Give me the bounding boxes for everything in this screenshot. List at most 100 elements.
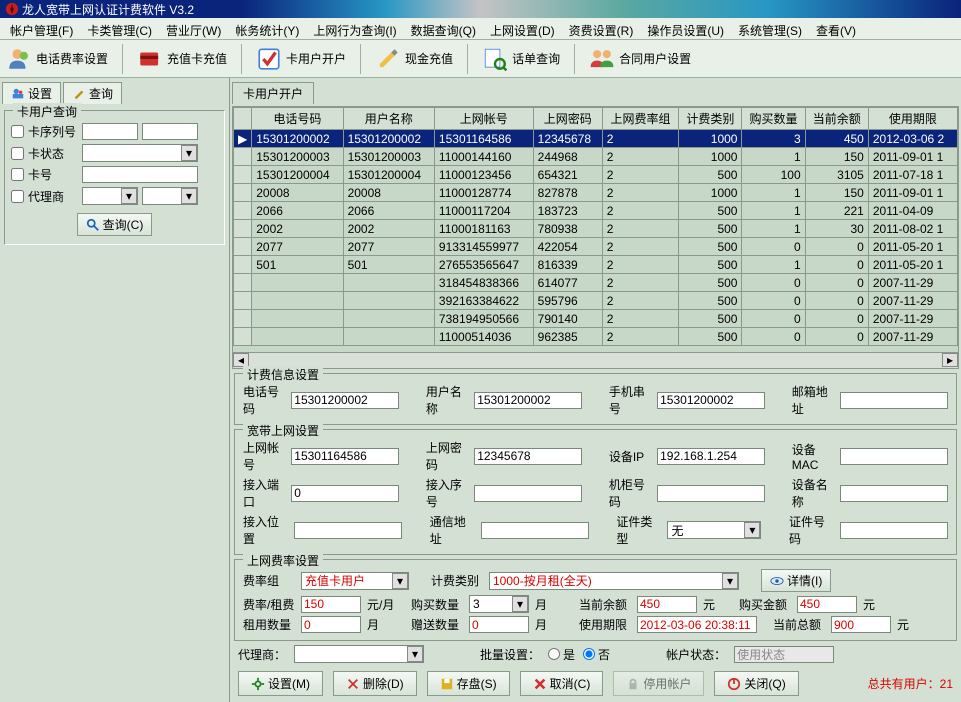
detail-button[interactable]: 详情(I) <box>761 569 831 592</box>
chk-status[interactable] <box>11 147 24 160</box>
lbl-agent: 代理商 <box>28 188 78 205</box>
menu-item[interactable]: 卡类管理(C) <box>81 20 158 37</box>
menu-item[interactable]: 上网设置(D) <box>484 20 561 37</box>
in-uname[interactable] <box>474 392 582 409</box>
chevron-down-icon[interactable]: ▾ <box>181 188 197 204</box>
menu-item[interactable]: 查看(V) <box>810 20 862 37</box>
rtab-card-open[interactable]: 卡用户开户 <box>232 82 314 104</box>
serial-from[interactable] <box>82 123 138 140</box>
in-buy-amt[interactable] <box>797 596 857 613</box>
combo-bill-type[interactable]: 1000-按月租(全天)▾ <box>489 572 739 590</box>
tb-call-query[interactable]: 话单查询 <box>482 46 560 72</box>
in-acct-status <box>734 646 834 663</box>
tb-phone-rate[interactable]: 电话费率设置 <box>6 46 108 72</box>
in-gift-qty[interactable] <box>469 616 529 633</box>
in-rate[interactable] <box>301 596 361 613</box>
combo-status[interactable]: ▾ <box>82 144 198 162</box>
chk-serial[interactable] <box>11 125 24 138</box>
in-pos[interactable] <box>294 522 402 539</box>
users-icon <box>589 46 615 72</box>
in-addr[interactable] <box>481 522 589 539</box>
pencil-icon <box>375 46 401 72</box>
in-phone[interactable] <box>291 392 399 409</box>
check-icon <box>256 46 282 72</box>
btn-cancel[interactable]: 取消(C) <box>520 671 604 696</box>
search-button[interactable]: 查询(C) <box>77 213 153 236</box>
card-icon <box>137 46 163 72</box>
menu-item[interactable]: 资费设置(R) <box>563 20 640 37</box>
tb-card-open[interactable]: 卡用户开户 <box>256 46 346 72</box>
lbl-agent: 代理商： <box>238 646 286 663</box>
in-total[interactable] <box>831 616 891 633</box>
tb-recharge[interactable]: 充值卡充值 <box>137 46 227 72</box>
chevron-down-icon[interactable]: ▾ <box>744 522 760 538</box>
right-pane: 卡用户开户 电话号码用户名称上网帐号上网密码上网费率组计费类别购买数量当前余额使… <box>230 78 961 702</box>
menu-item[interactable]: 上网行为查询(I) <box>307 20 402 37</box>
in-rent-qty[interactable] <box>301 616 361 633</box>
btn-close[interactable]: 关闭(Q) <box>714 671 798 696</box>
in-seq[interactable] <box>474 485 582 502</box>
chevron-down-icon[interactable]: ▾ <box>512 596 528 612</box>
tb-cash[interactable]: 现金充值 <box>375 46 453 72</box>
btn-save[interactable]: 存盘(S) <box>427 671 510 696</box>
in-imei[interactable] <box>657 392 765 409</box>
in-idno[interactable] <box>840 522 948 539</box>
in-devn[interactable] <box>840 485 948 502</box>
menu-item[interactable]: 数据查询(Q) <box>405 20 482 37</box>
bottom-row: 代理商： ▾ 批量设置： 是 否 帐户状态： <box>232 641 959 667</box>
user-icon <box>6 46 32 72</box>
combo-rate-grp[interactable]: 充值卡用户▾ <box>301 572 409 590</box>
eye-icon <box>770 574 784 588</box>
scroll-right-icon[interactable]: ▸ <box>942 353 958 367</box>
chk-cardno[interactable] <box>11 168 24 181</box>
horizontal-scrollbar[interactable]: ◂ ▸ <box>232 353 959 369</box>
in-mac[interactable] <box>840 448 948 465</box>
disk-icon <box>440 677 454 691</box>
in-ip[interactable] <box>657 448 765 465</box>
btn-delete[interactable]: 删除(D) <box>333 671 417 696</box>
pen-icon <box>72 87 86 101</box>
serial-to[interactable] <box>142 123 198 140</box>
tab-settings[interactable]: 设置 <box>2 82 61 104</box>
cardno-input[interactable] <box>82 166 198 183</box>
in-email[interactable] <box>840 392 948 409</box>
in-acct[interactable] <box>291 448 399 465</box>
combo-agent-bottom[interactable]: ▾ <box>294 645 424 663</box>
in-balance[interactable] <box>637 596 697 613</box>
data-grid[interactable]: 电话号码用户名称上网帐号上网密码上网费率组计费类别购买数量当前余额使用期限▶15… <box>232 106 959 353</box>
chevron-down-icon[interactable]: ▾ <box>722 573 738 589</box>
in-cab[interactable] <box>657 485 765 502</box>
chevron-down-icon[interactable]: ▾ <box>121 188 137 204</box>
in-port[interactable] <box>291 485 399 502</box>
combo-buy-qty[interactable]: 3▾ <box>469 595 529 613</box>
combo-agent1[interactable]: ▾ <box>82 187 138 205</box>
tab-query[interactable]: 查询 <box>63 82 122 104</box>
chk-agent[interactable] <box>11 190 24 203</box>
in-pwd[interactable] <box>474 448 582 465</box>
lbl-status: 卡状态 <box>28 145 78 162</box>
btn-set[interactable]: 设置(M) <box>238 671 323 696</box>
tb-contract[interactable]: 合同用户设置 <box>589 46 691 72</box>
combo-idtype[interactable]: 无▾ <box>667 521 761 539</box>
lbl-serial: 卡序列号 <box>28 123 78 140</box>
lbl-cardno: 卡号 <box>28 166 78 183</box>
chevron-down-icon[interactable]: ▾ <box>181 145 197 161</box>
delete-icon <box>346 677 360 691</box>
menu-item[interactable]: 系统管理(S) <box>732 20 808 37</box>
lbl-batch: 批量设置： <box>480 646 540 663</box>
in-expire[interactable] <box>637 616 757 633</box>
grp-billing-info: 计费信息设置 电话号码 用户名称 手机串号 邮箱地址 <box>234 373 957 425</box>
magnifier-icon <box>86 218 100 232</box>
radio-no[interactable]: 否 <box>583 646 610 663</box>
left-pane: 设置 查询 卡用户查询 卡序列号 卡状态 ▾ 卡号 <box>0 78 230 702</box>
chevron-down-icon[interactable]: ▾ <box>407 646 423 662</box>
menu-item[interactable]: 帐务统计(Y) <box>229 20 305 37</box>
menu-item[interactable]: 帐户管理(F) <box>4 20 79 37</box>
menu-item[interactable]: 营业厅(W) <box>160 20 227 37</box>
power-icon <box>727 677 741 691</box>
chevron-down-icon[interactable]: ▾ <box>392 573 408 589</box>
search-list-icon <box>482 46 508 72</box>
radio-yes[interactable]: 是 <box>548 646 575 663</box>
combo-agent2[interactable]: ▾ <box>142 187 198 205</box>
menu-item[interactable]: 操作员设置(U) <box>641 20 730 37</box>
